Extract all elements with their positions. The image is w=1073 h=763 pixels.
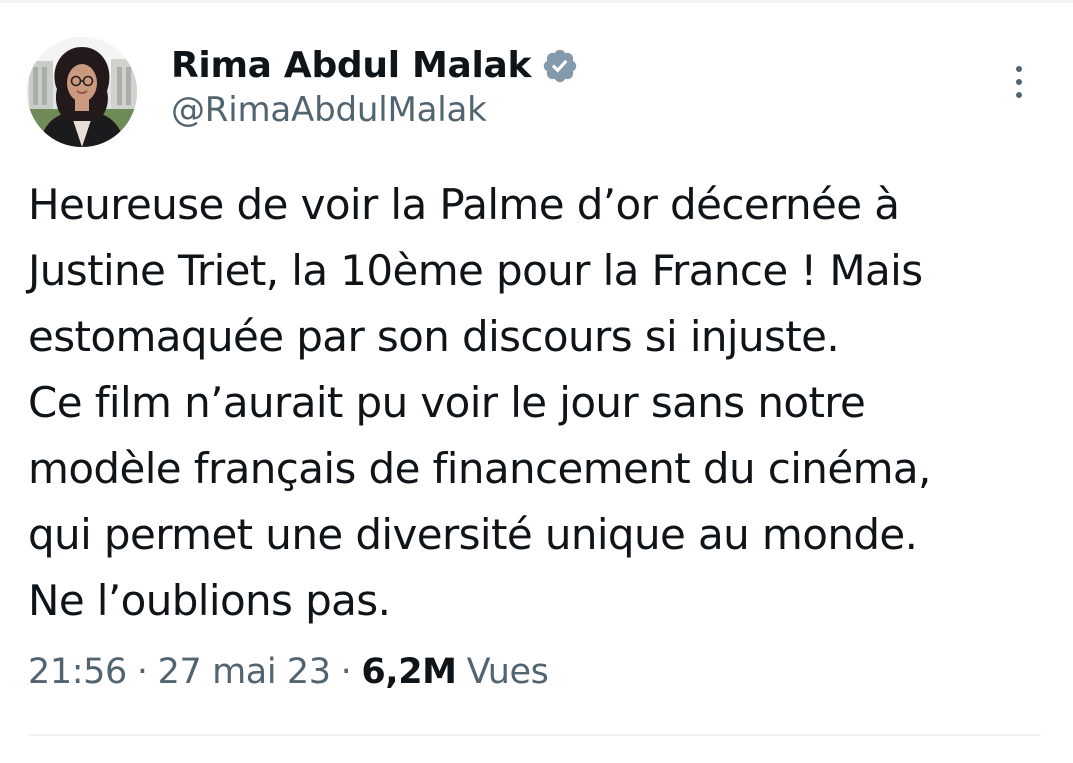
tweet-text-line: Ne l’oublions pas. [28,576,391,625]
tweet-text-line: Justine Triet, la 10ème pour la France !… [28,246,923,295]
tweet-text-line: modèle français de financement du cinéma… [28,444,931,493]
tweet-text: Heureuse de voir la Palme d’or décernée … [28,172,1068,634]
tweet-metadata: 21:56 · 27 mai 23 · 6,2M Vues [28,652,549,692]
profile-photo [27,37,137,147]
bottom-divider [28,734,1041,736]
more-options-icon-dot [1016,92,1022,98]
tweet-text-line: Ce film n’aurait pu voir le jour sans no… [28,378,866,427]
verified-badge-icon [541,47,579,85]
avatar[interactable] [27,37,137,147]
tweet-text-line: qui permet une diversité unique au monde… [28,510,918,559]
separator-dot: · [340,652,352,692]
views-count[interactable]: 6,2M [361,652,457,692]
author-name-row: Rima Abdul Malak [171,40,579,90]
tweet-date[interactable]: 27 mai 23 [158,652,331,692]
more-options-button[interactable] [1000,60,1038,104]
tweet-time[interactable]: 21:56 [28,652,127,692]
views-label: Vues [466,652,549,692]
more-options-icon-dot [1016,79,1022,85]
separator-dot: · [136,652,148,692]
tweet-text-line: estomaquée par son discours si injuste. [28,312,840,361]
author-display-name[interactable]: Rima Abdul Malak [171,45,532,86]
top-divider [0,0,1073,3]
author-handle[interactable]: @RimaAbdulMalak [171,90,487,130]
more-options-icon [1016,66,1022,72]
tweet-text-line: Heureuse de voir la Palme d’or décernée … [28,180,900,229]
